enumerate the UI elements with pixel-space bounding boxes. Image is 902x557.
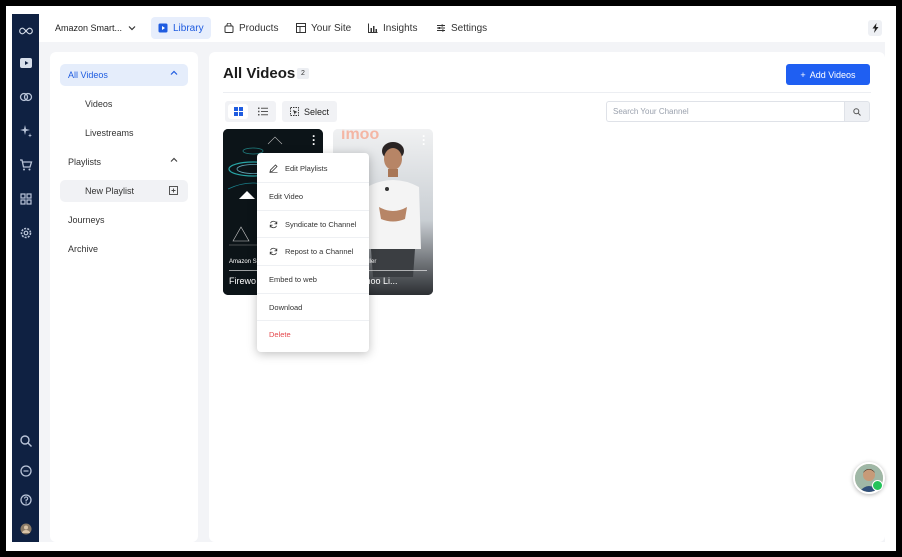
cart-icon[interactable] bbox=[12, 156, 39, 174]
menu-item-download[interactable]: Download bbox=[257, 293, 369, 320]
chat-bubble-icon[interactable] bbox=[12, 462, 39, 480]
help-icon[interactable] bbox=[12, 491, 39, 509]
play-square-icon bbox=[158, 23, 168, 33]
add-videos-button[interactable]: + Add Videos bbox=[786, 64, 870, 85]
user-avatar-icon[interactable] bbox=[12, 520, 39, 538]
sidebar-item-playlists[interactable]: Playlists bbox=[60, 151, 188, 173]
more-vertical-icon[interactable]: · · · bbox=[421, 130, 427, 150]
nav-label: Products bbox=[239, 22, 279, 34]
more-vertical-icon[interactable]: · · · bbox=[311, 130, 317, 150]
select-button[interactable]: Select bbox=[282, 101, 337, 122]
sparkle-icon[interactable] bbox=[12, 122, 39, 140]
chevron-up-icon bbox=[170, 69, 178, 78]
sidebar-item-videos[interactable]: Videos bbox=[60, 93, 188, 115]
icon-rail bbox=[12, 14, 39, 542]
sidebar-item-livestreams[interactable]: Livestreams bbox=[60, 122, 188, 144]
nav-products[interactable]: Products bbox=[217, 17, 285, 39]
sidebar-item-label: New Playlist bbox=[85, 186, 135, 196]
list-view-icon[interactable] bbox=[253, 104, 273, 119]
nav-label: Insights bbox=[383, 22, 418, 34]
video-title: Firewo bbox=[229, 276, 257, 286]
nav-library[interactable]: Library bbox=[151, 17, 211, 39]
app-window: Amazon Smart... Library Products Your Si… bbox=[12, 14, 885, 542]
menu-item-syndicate[interactable]: Syndicate to Channel bbox=[257, 210, 369, 237]
video-library-icon[interactable] bbox=[12, 54, 39, 72]
select-cursor-icon bbox=[290, 107, 299, 116]
video-context-menu: Edit Playlists Edit Video Syndicate to C… bbox=[257, 153, 369, 352]
top-bar: Amazon Smart... Library Products Your Si… bbox=[39, 14, 885, 42]
online-status-dot bbox=[872, 480, 883, 491]
sync-icon bbox=[269, 220, 278, 228]
menu-item-repost[interactable]: Repost to a Channel bbox=[257, 237, 369, 264]
menu-item-label: Edit Video bbox=[269, 191, 304, 201]
apps-grid-icon[interactable] bbox=[12, 190, 39, 208]
bar-chart-icon bbox=[368, 23, 378, 33]
header-divider bbox=[223, 92, 871, 93]
sidebar-item-label: Journeys bbox=[68, 215, 105, 225]
menu-item-label: Delete bbox=[269, 329, 291, 339]
menu-item-label: Download bbox=[269, 302, 303, 312]
search-icon[interactable] bbox=[12, 432, 39, 450]
nav-settings[interactable]: Settings bbox=[429, 17, 494, 39]
nav-your-site[interactable]: Your Site bbox=[289, 17, 358, 39]
sidebar-item-label: All Videos bbox=[68, 70, 108, 80]
live-icon[interactable] bbox=[12, 88, 39, 106]
nav-label: Settings bbox=[451, 22, 488, 34]
menu-item-embed[interactable]: Embed to web bbox=[257, 265, 369, 292]
account-name: Amazon Smart... bbox=[55, 23, 123, 33]
menu-item-edit-playlists[interactable]: Edit Playlists bbox=[257, 155, 369, 182]
add-videos-label: Add Videos bbox=[809, 69, 856, 80]
library-sidebar: All Videos Videos Livestreams Playlists … bbox=[50, 52, 198, 542]
chevron-up-icon bbox=[170, 156, 178, 165]
layout-icon bbox=[296, 23, 306, 33]
video-author: Amazon S bbox=[229, 259, 257, 265]
sidebar-item-all-videos[interactable]: All Videos bbox=[60, 64, 188, 86]
chevron-down-icon bbox=[128, 26, 136, 31]
menu-item-label: Edit Playlists bbox=[285, 164, 328, 173]
sidebar-item-new-playlist[interactable]: New Playlist bbox=[60, 180, 188, 202]
sync-icon bbox=[269, 247, 278, 255]
select-label: Select bbox=[303, 106, 329, 117]
sidebar-item-label: Livestreams bbox=[85, 128, 134, 138]
add-playlist-icon[interactable] bbox=[169, 186, 178, 197]
sidebar-item-archive[interactable]: Archive bbox=[60, 238, 188, 260]
menu-item-delete[interactable]: Delete bbox=[257, 320, 369, 347]
pencil-icon bbox=[269, 164, 278, 173]
sidebar-item-label: Videos bbox=[85, 99, 113, 109]
account-switcher[interactable]: Amazon Smart... bbox=[49, 19, 142, 37]
nav-label: Library bbox=[173, 22, 204, 34]
view-toggle bbox=[225, 101, 276, 122]
menu-item-edit-video[interactable]: Edit Video bbox=[257, 182, 369, 209]
page-title: All Videos bbox=[223, 65, 296, 82]
svg-text:imoo: imoo bbox=[341, 129, 379, 143]
grid-view-icon[interactable] bbox=[228, 104, 248, 119]
search-input[interactable] bbox=[606, 101, 844, 122]
gear-icon[interactable] bbox=[12, 224, 39, 242]
menu-item-label: Embed to web bbox=[269, 274, 317, 284]
sliders-icon bbox=[436, 23, 446, 33]
menu-item-label: Syndicate to Channel bbox=[285, 219, 357, 229]
bag-icon bbox=[224, 23, 234, 33]
search-icon[interactable] bbox=[844, 101, 870, 122]
bolt-icon[interactable] bbox=[868, 20, 882, 36]
sidebar-item-label: Playlists bbox=[68, 157, 102, 167]
brand-logo-icon[interactable] bbox=[12, 22, 39, 40]
menu-item-label: Repost to a Channel bbox=[285, 246, 354, 256]
nav-insights[interactable]: Insights bbox=[361, 17, 424, 39]
sidebar-item-journeys[interactable]: Journeys bbox=[60, 209, 188, 231]
nav-label: Your Site bbox=[311, 22, 352, 34]
video-count-badge: 2 bbox=[297, 68, 309, 79]
plus-icon: + bbox=[800, 69, 806, 80]
sidebar-item-label: Archive bbox=[68, 244, 99, 254]
